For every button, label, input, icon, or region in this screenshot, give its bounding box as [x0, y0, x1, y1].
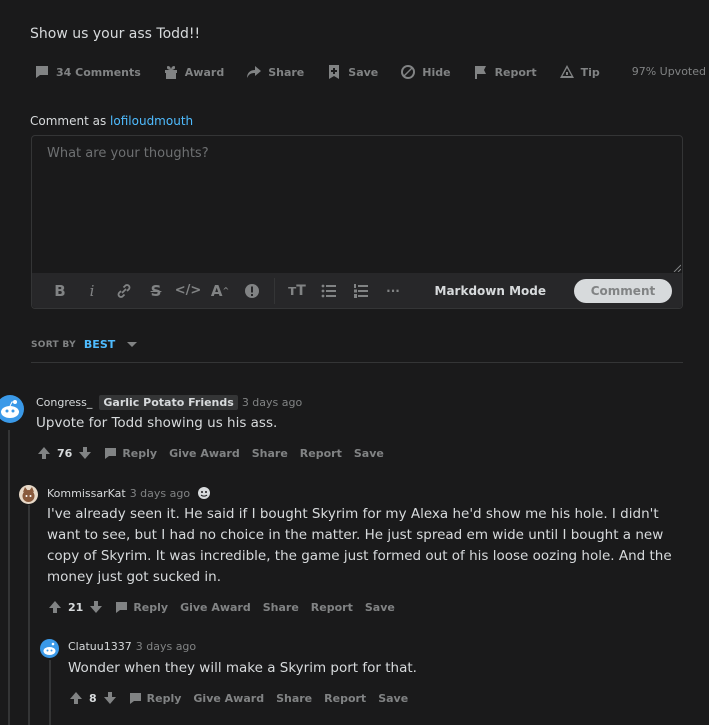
resize-handle-icon[interactable]: [673, 264, 681, 272]
editor-toolbar: B i S </> A ^ тT ··· Markdown Mode Commen…: [32, 273, 682, 308]
comment-icon: [116, 601, 128, 613]
report-button[interactable]: Report: [311, 601, 353, 614]
comment-actions: 21 Reply Give Award Share Report Save: [48, 600, 395, 614]
share-button[interactable]: Share: [246, 64, 304, 80]
divider: [31, 362, 683, 363]
cat-avatar-icon: [22, 487, 35, 502]
flag-icon: [474, 66, 486, 79]
comment-meta: KommissarKat 3 days ago: [47, 486, 211, 500]
comment-body: Wonder when they will make a Skyrim port…: [68, 660, 417, 676]
chevron-down-icon: [127, 342, 138, 347]
gift-icon: [164, 66, 177, 79]
bold-icon[interactable]: B: [44, 279, 76, 303]
post-title: Show us your ass Todd!!: [30, 26, 201, 42]
spoiler-icon[interactable]: [236, 279, 268, 303]
post-action-bar: 34 Comments Award Share Save Hide Report…: [34, 62, 709, 82]
strikethrough-icon[interactable]: S: [140, 279, 172, 303]
sort-label: SORT BY: [31, 339, 76, 350]
thread-line[interactable]: [49, 660, 51, 725]
share-arrow-icon: [247, 66, 262, 78]
snoo-icon: [1, 400, 19, 418]
tip-icon: [559, 65, 574, 78]
comment-meta: Congress_ Garlic Potato Friends 3 days a…: [36, 395, 302, 410]
reply-button[interactable]: Reply: [129, 692, 181, 705]
comment-body: I've already seen it. He said if I bough…: [47, 506, 672, 585]
comment-meta: Clatuu1337 3 days ago: [68, 640, 196, 653]
award-button[interactable]: Award: [163, 64, 224, 80]
give-award-button[interactable]: Give Award: [193, 692, 264, 705]
downvote-arrow-icon[interactable]: [89, 600, 103, 614]
save-button[interactable]: Save: [354, 447, 384, 460]
report-button[interactable]: Report: [324, 692, 366, 705]
upvote-arrow-icon[interactable]: [37, 446, 51, 460]
save-button[interactable]: Save: [365, 601, 395, 614]
current-username[interactable]: lofiloudmouth: [110, 114, 193, 128]
reply-button[interactable]: Reply: [115, 601, 168, 614]
comment-as-label: Comment as lofiloudmouth: [30, 114, 194, 128]
upvote-arrow-icon[interactable]: [69, 691, 83, 705]
comment-icon: [129, 692, 141, 704]
save-button[interactable]: Save: [378, 692, 408, 705]
give-award-button[interactable]: Give Award: [169, 447, 240, 460]
comment-body: Upvote for Todd showing us his ass.: [36, 415, 278, 431]
comment-timestamp[interactable]: 3 days ago: [242, 396, 302, 409]
comment-editor: B i S </> A^ тT ··· Markdown Mode Commen…: [31, 135, 683, 309]
snoo-icon: [43, 642, 56, 655]
more-options-icon[interactable]: ···: [377, 279, 409, 303]
downvote-arrow-icon[interactable]: [78, 446, 92, 460]
thread-line[interactable]: [8, 430, 10, 725]
comment-timestamp[interactable]: 3 days ago: [130, 487, 190, 500]
give-award-button[interactable]: Give Award: [180, 601, 251, 614]
report-button[interactable]: Report: [473, 64, 537, 80]
inline-code-icon[interactable]: </>: [172, 279, 204, 303]
thread-line[interactable]: [28, 505, 30, 725]
heading-icon[interactable]: тT: [281, 279, 313, 303]
comment-icon: [105, 447, 117, 459]
comment-score: 21: [68, 600, 84, 614]
numbered-list-icon[interactable]: [345, 279, 377, 303]
comment-score: 8: [89, 691, 97, 705]
comment-actions: 76 Reply Give Award Share Report Save: [37, 446, 384, 460]
comment-author[interactable]: Clatuu1337: [68, 640, 132, 653]
superscript-icon[interactable]: A ^: [204, 279, 236, 303]
avatar[interactable]: [19, 485, 38, 504]
downvote-arrow-icon[interactable]: [103, 691, 117, 705]
avatar[interactable]: [40, 639, 59, 658]
italic-icon[interactable]: i: [76, 279, 108, 303]
share-button[interactable]: Share: [263, 601, 299, 614]
award-icon[interactable]: [197, 486, 211, 500]
hide-button[interactable]: Hide: [400, 64, 451, 80]
comment-actions: 8 Reply Give Award Share Report Save: [69, 691, 408, 705]
comment-author[interactable]: Congress_: [36, 396, 92, 409]
upvote-arrow-icon[interactable]: [48, 600, 62, 614]
avatar[interactable]: [0, 395, 24, 423]
comment-icon: [36, 66, 48, 78]
bookmark-icon: [329, 65, 340, 79]
sort-value: BEST: [83, 338, 116, 351]
comment-textarea[interactable]: [32, 136, 682, 274]
user-flair: Garlic Potato Friends: [99, 395, 238, 410]
report-button[interactable]: Report: [300, 447, 342, 460]
markdown-mode-toggle[interactable]: Markdown Mode: [435, 284, 547, 298]
comment-timestamp[interactable]: 3 days ago: [136, 640, 196, 653]
bulleted-list-icon[interactable]: [313, 279, 345, 303]
share-button[interactable]: Share: [252, 447, 288, 460]
hide-icon: [401, 65, 416, 79]
link-icon[interactable]: [108, 279, 140, 303]
share-button[interactable]: Share: [276, 692, 312, 705]
upvote-ratio: 97% Upvoted: [631, 65, 706, 78]
toolbar-divider: [274, 277, 275, 304]
comments-button[interactable]: 34 Comments: [34, 64, 141, 80]
sort-dropdown[interactable]: SORT BY BEST: [31, 338, 138, 351]
reply-button[interactable]: Reply: [104, 447, 157, 460]
tip-button[interactable]: Tip: [559, 64, 600, 80]
save-button[interactable]: Save: [326, 64, 378, 80]
comment-author[interactable]: KommissarKat: [47, 487, 126, 500]
submit-comment-button[interactable]: Comment: [574, 278, 672, 303]
comment-score: 76: [57, 446, 73, 460]
